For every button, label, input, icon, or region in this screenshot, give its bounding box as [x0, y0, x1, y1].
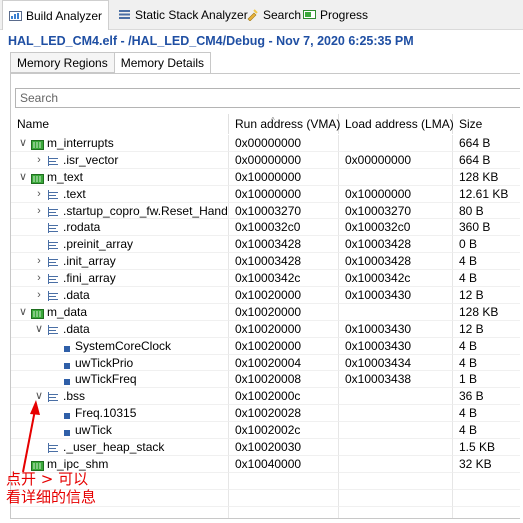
annotation-note: 点开 > 可以 看详细的信息 [6, 470, 96, 506]
annotation-line-1: 点开 > 可以 [6, 470, 89, 488]
annotation-arrow [22, 400, 40, 473]
annotation-line-2: 看详细的信息 [6, 488, 97, 506]
